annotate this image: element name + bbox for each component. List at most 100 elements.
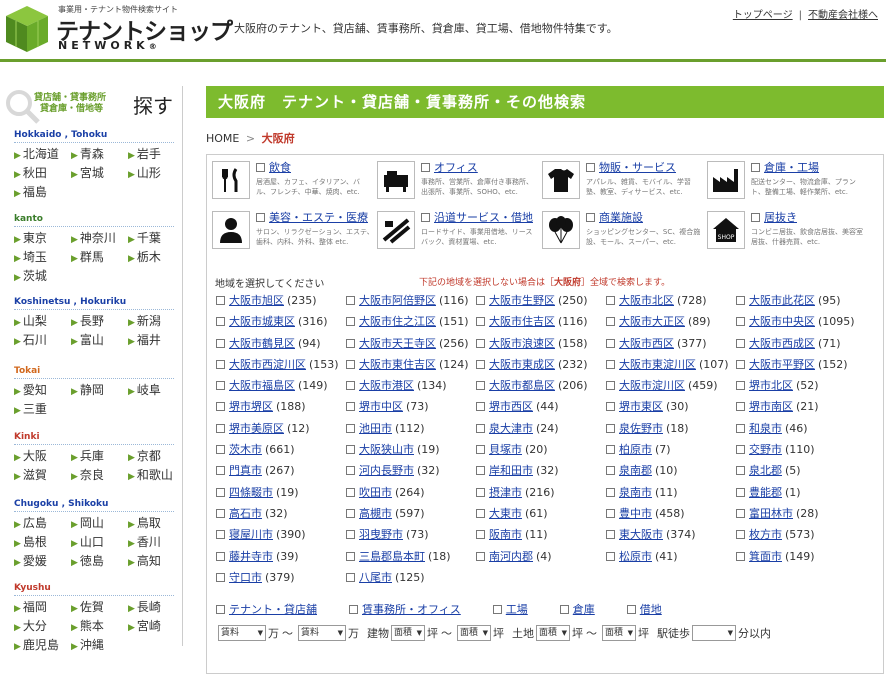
top-page-link[interactable]: トップページ <box>733 10 793 21</box>
city-checkbox[interactable] <box>606 551 615 561</box>
city-link[interactable]: 守口市 <box>229 571 262 584</box>
city-link[interactable]: 東大阪市 <box>619 528 663 541</box>
city-link[interactable]: 阪南市 <box>489 528 522 541</box>
prefecture-link[interactable]: ▶ 石川 <box>14 332 71 350</box>
city-checkbox[interactable] <box>346 359 355 369</box>
city-link[interactable]: 富田林市 <box>749 507 793 520</box>
prefecture-link[interactable]: ▶ 山形 <box>128 165 174 183</box>
prefecture-link[interactable]: ▶ 和歌山 <box>128 467 174 485</box>
prefecture-link[interactable]: ▶ 神奈川 <box>71 230 128 248</box>
balloon-icon[interactable] <box>542 211 580 249</box>
city-link[interactable]: 堺市東区 <box>619 400 663 413</box>
property-type-checkbox[interactable] <box>349 605 358 614</box>
city-link[interactable]: 大阪市城東区 <box>229 315 295 328</box>
prefecture-link[interactable]: ▶ 滋賀 <box>14 467 71 485</box>
city-link[interactable]: 泉南郡 <box>619 464 652 477</box>
city-checkbox[interactable] <box>606 445 615 455</box>
prefecture-link[interactable]: ▶ 沖縄 <box>71 637 128 655</box>
city-checkbox[interactable] <box>216 359 225 369</box>
property-type-link[interactable]: 倉庫 <box>573 603 595 616</box>
city-link[interactable]: 大阪市西成区 <box>749 337 815 350</box>
category-checkbox[interactable] <box>256 213 265 222</box>
city-checkbox[interactable] <box>476 487 485 497</box>
prefecture-link[interactable]: ▶ 青森 <box>71 146 128 164</box>
city-checkbox[interactable] <box>346 423 355 433</box>
category-checkbox[interactable] <box>421 213 430 222</box>
city-link[interactable]: 堺市中区 <box>359 400 403 413</box>
city-checkbox[interactable] <box>346 508 355 518</box>
city-checkbox[interactable] <box>346 466 355 476</box>
city-link[interactable]: 寝屋川市 <box>229 528 273 541</box>
city-link[interactable]: 河内長野市 <box>359 464 414 477</box>
building-area-max-select[interactable]: 面積 <box>457 625 491 641</box>
city-checkbox[interactable] <box>736 296 745 305</box>
city-checkbox[interactable] <box>346 381 355 391</box>
category-link[interactable]: 物販・サービス <box>599 161 676 174</box>
city-link[interactable]: 大阪市此花区 <box>749 294 815 307</box>
city-checkbox[interactable] <box>736 466 745 476</box>
city-link[interactable]: 泉南市 <box>619 486 652 499</box>
road-icon[interactable] <box>377 211 415 249</box>
prefecture-link[interactable]: ▶ 島根 <box>14 534 71 552</box>
person-icon[interactable] <box>212 211 250 249</box>
city-checkbox[interactable] <box>216 530 225 540</box>
category-checkbox[interactable] <box>751 163 760 172</box>
city-link[interactable]: 四條畷市 <box>229 486 273 499</box>
city-link[interactable]: 大阪狭山市 <box>359 443 414 456</box>
city-link[interactable]: 吹田市 <box>359 486 392 499</box>
prefecture-link[interactable]: ▶ 熊本 <box>71 618 128 636</box>
city-checkbox[interactable] <box>346 317 355 327</box>
city-link[interactable]: 豊中市 <box>619 507 652 520</box>
prefecture-link[interactable]: ▶ 兵庫 <box>71 448 128 466</box>
prefecture-link[interactable]: ▶ 三重 <box>14 401 71 419</box>
category-checkbox[interactable] <box>751 213 760 222</box>
prefecture-link[interactable]: ▶ 岩手 <box>128 146 174 164</box>
city-link[interactable]: 大阪市中央区 <box>749 315 815 328</box>
prefecture-link[interactable]: ▶ 東京 <box>14 230 71 248</box>
city-checkbox[interactable] <box>476 551 485 561</box>
city-checkbox[interactable] <box>346 572 355 582</box>
city-link[interactable]: 大阪市福島区 <box>229 379 295 392</box>
category-checkbox[interactable] <box>586 213 595 222</box>
property-type-link[interactable]: 賃事務所・オフィス <box>362 603 461 616</box>
prefecture-link[interactable]: ▶ 福岡 <box>14 599 71 617</box>
rent-min-select[interactable]: 賃料 <box>218 625 266 641</box>
city-link[interactable]: 大阪市平野区 <box>749 358 815 371</box>
prefecture-link[interactable]: ▶ 京都 <box>128 448 174 466</box>
city-checkbox[interactable] <box>476 466 485 476</box>
city-checkbox[interactable] <box>346 296 355 305</box>
city-checkbox[interactable] <box>476 359 485 369</box>
city-link[interactable]: 大阪市東成区 <box>489 358 555 371</box>
city-link[interactable]: 大阪市西区 <box>619 337 674 350</box>
property-type-checkbox[interactable] <box>216 605 225 614</box>
city-link[interactable]: 大阪市西淀川区 <box>229 358 306 371</box>
city-link[interactable]: 大阪市鶴見区 <box>229 337 295 350</box>
city-checkbox[interactable] <box>216 296 225 305</box>
city-link[interactable]: 高槻市 <box>359 507 392 520</box>
city-checkbox[interactable] <box>216 487 225 497</box>
land-area-min-select[interactable]: 面積 <box>536 625 570 641</box>
category-checkbox[interactable] <box>421 163 430 172</box>
city-checkbox[interactable] <box>476 530 485 540</box>
breadcrumb-home[interactable]: HOME <box>206 132 239 145</box>
prefecture-link[interactable]: ▶ 群馬 <box>71 249 128 267</box>
land-area-max-select[interactable]: 面積 <box>602 625 636 641</box>
city-link[interactable]: 柏原市 <box>619 443 652 456</box>
city-link[interactable]: 大阪市旭区 <box>229 294 284 307</box>
city-link[interactable]: 堺市西区 <box>489 400 533 413</box>
prefecture-link[interactable]: ▶ 福島 <box>14 184 71 202</box>
city-checkbox[interactable] <box>736 530 745 540</box>
city-link[interactable]: 藤井寺市 <box>229 550 273 563</box>
city-checkbox[interactable] <box>346 402 355 412</box>
category-link[interactable]: 飲食 <box>269 161 291 174</box>
city-link[interactable]: 泉大津市 <box>489 422 533 435</box>
prefecture-link[interactable]: ▶ 広島 <box>14 515 71 533</box>
shop-icon[interactable]: SHOP <box>707 211 745 249</box>
city-checkbox[interactable] <box>606 466 615 476</box>
city-checkbox[interactable] <box>216 402 225 412</box>
prefecture-link[interactable]: ▶ 愛媛 <box>14 553 71 571</box>
city-checkbox[interactable] <box>216 508 225 518</box>
city-link[interactable]: 南河内郡 <box>489 550 533 563</box>
city-checkbox[interactable] <box>606 402 615 412</box>
city-checkbox[interactable] <box>476 381 485 391</box>
